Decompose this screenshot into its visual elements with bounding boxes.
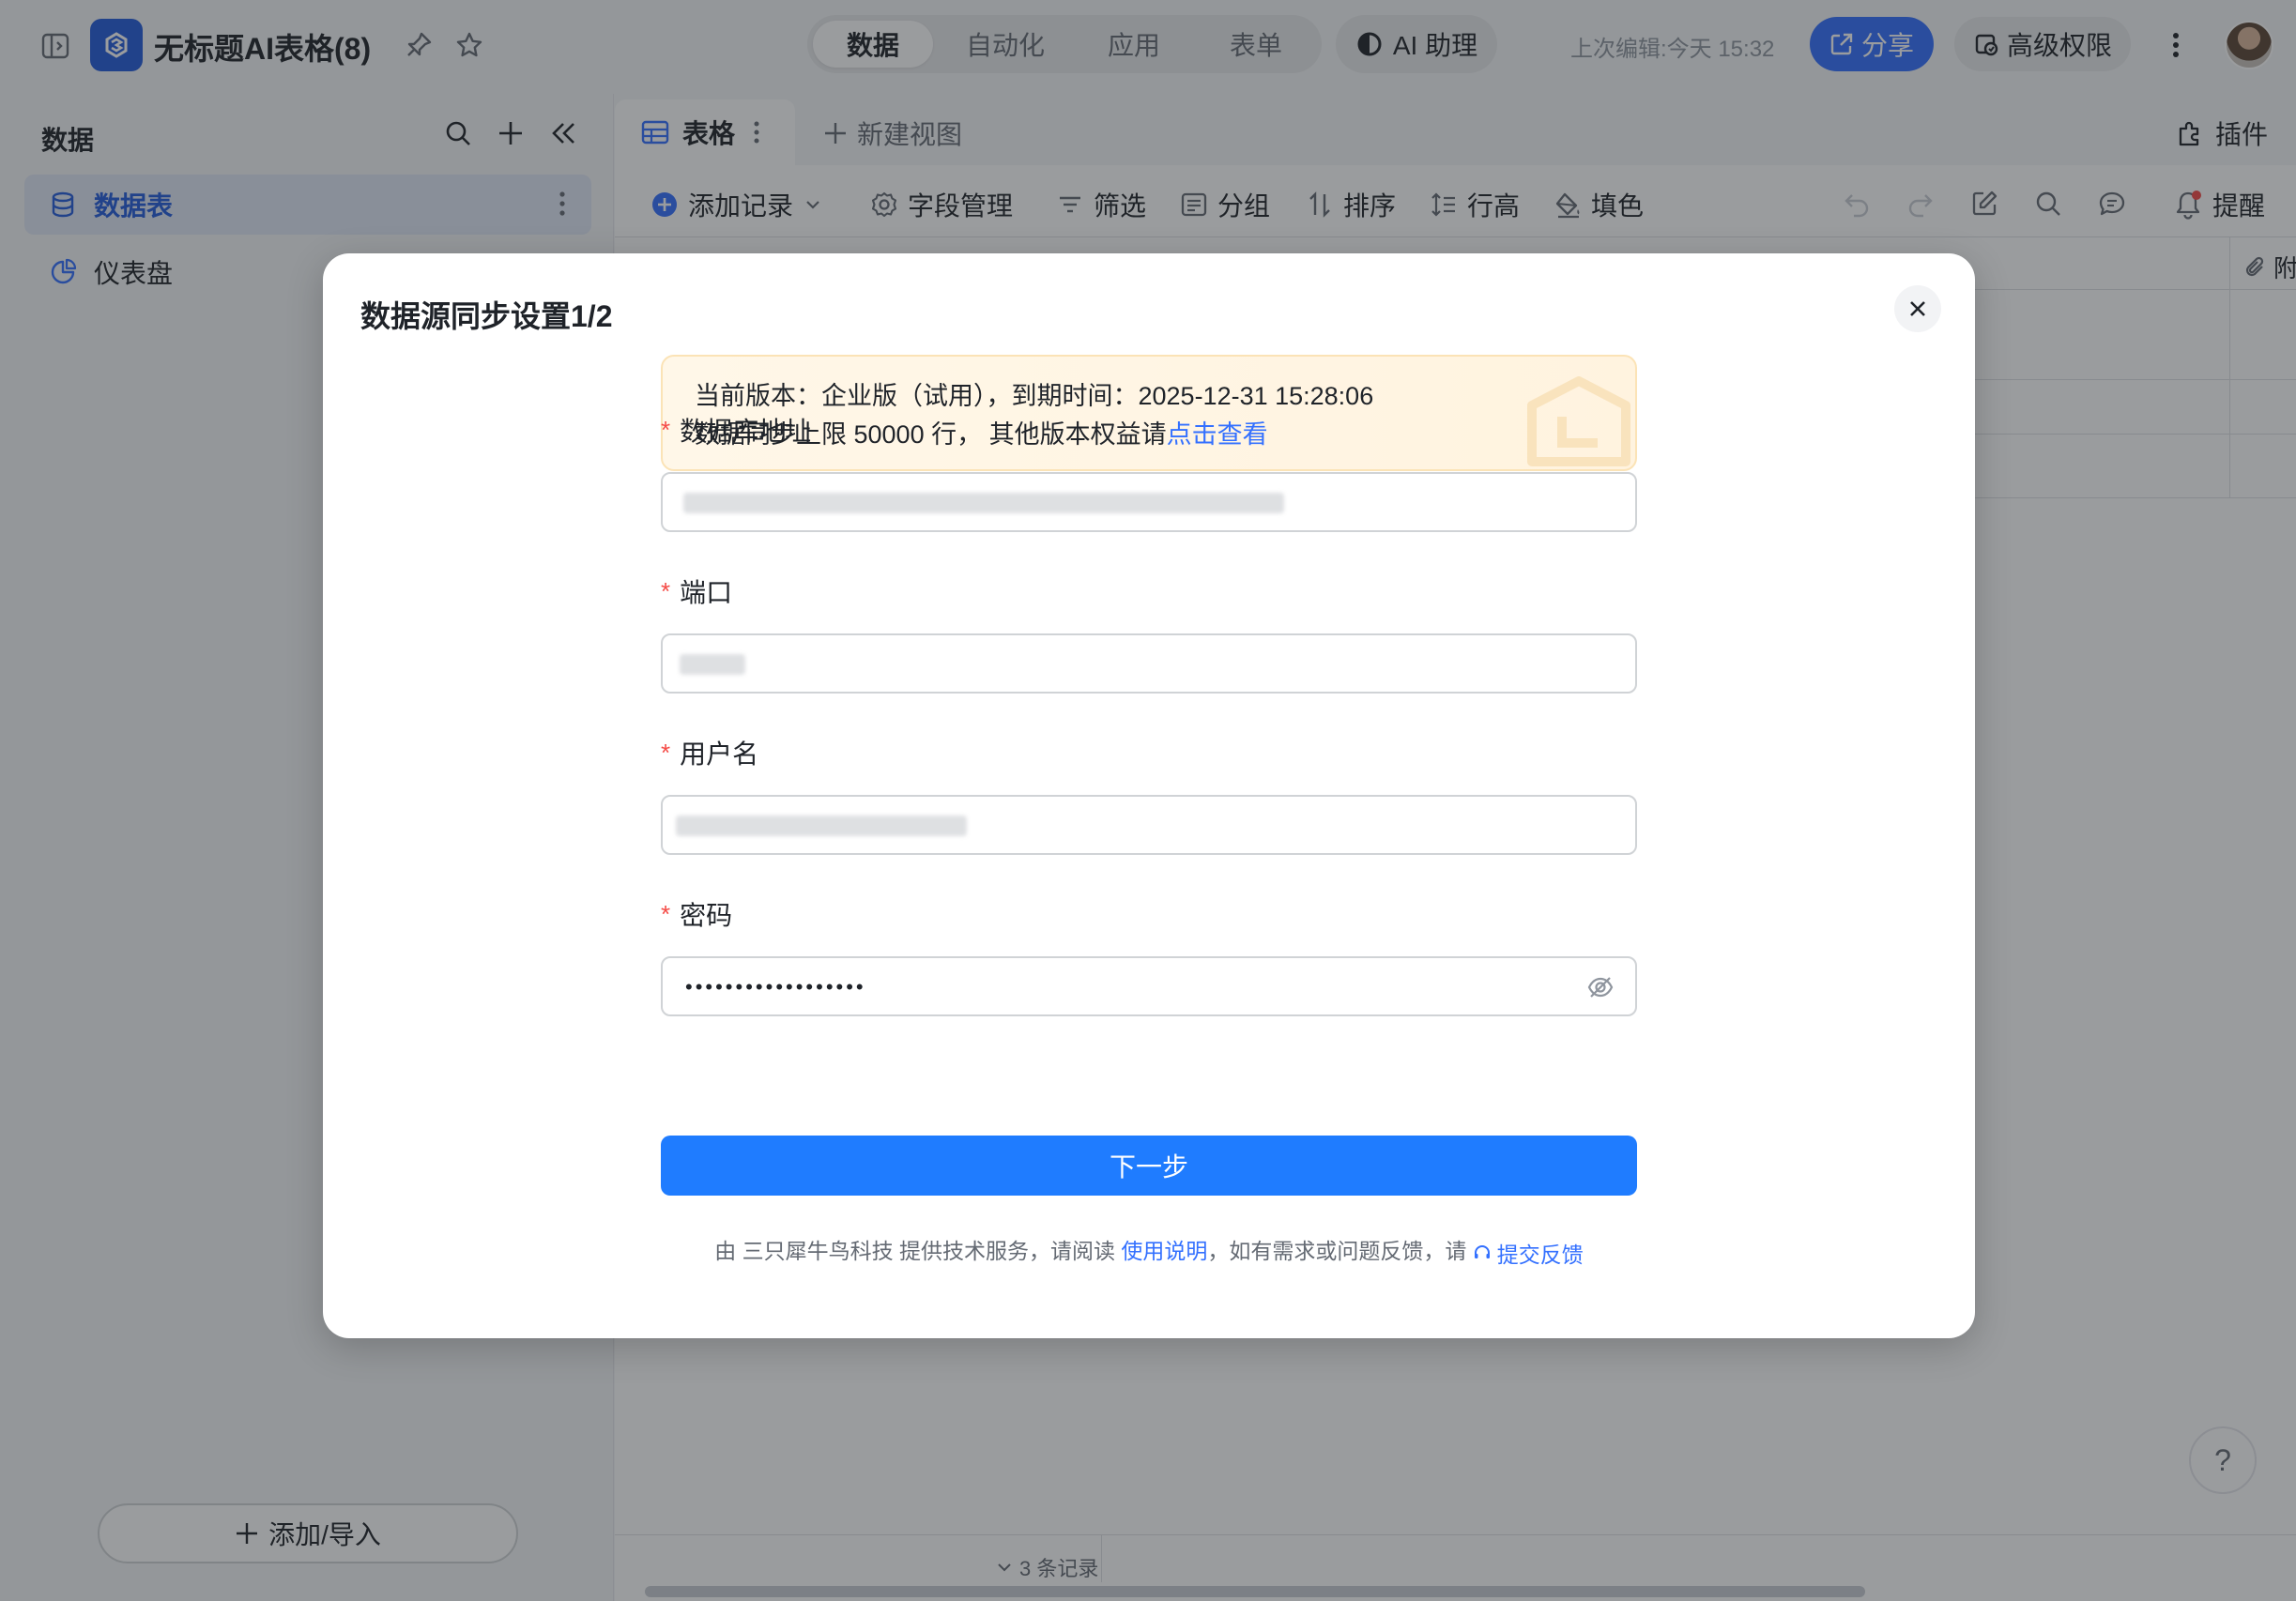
notice-line-1: 当前版本：企业版（试用），到期时间：2025-12-31 15:28:06 xyxy=(695,382,1374,410)
data-sync-settings-dialog: 数据源同步设置1/2 当前版本：企业版（试用），到期时间：2025-12-31 … xyxy=(323,253,1975,1338)
db-address-input[interactable] xyxy=(661,472,1637,532)
usage-guide-link[interactable]: 使用说明 xyxy=(1121,1239,1207,1263)
port-input[interactable] xyxy=(661,633,1637,694)
feedback-link-label: 提交反馈 xyxy=(1496,1242,1584,1267)
password-label-text: 密码 xyxy=(680,901,733,930)
port-label: * 端口 xyxy=(661,572,732,610)
db-address-label-text: 数据库地址 xyxy=(680,417,812,446)
view-details-link[interactable]: 点击查看 xyxy=(1167,420,1268,449)
footer-text-prefix: 由 三只犀牛鸟科技 提供技术服务，请阅读 xyxy=(714,1239,1122,1263)
dialog-footer-text: 由 三只犀牛鸟科技 提供技术服务，请阅读 使用说明，如有需求或问题反馈，请 提交… xyxy=(661,1233,1637,1269)
password-label: * 密码 xyxy=(661,895,732,933)
db-address-label: * 数据库地址 xyxy=(661,411,811,449)
next-step-button[interactable]: 下一步 xyxy=(661,1136,1637,1196)
feedback-link[interactable]: 提交反馈 xyxy=(1473,1237,1584,1269)
password-input[interactable]: •••••••••••••••••• xyxy=(661,956,1637,1016)
username-label: * 用户名 xyxy=(661,734,758,771)
redacted-value xyxy=(676,816,967,836)
notice-line-2: 数据同步上限 50000 行， 其他版本权益请点击查看 xyxy=(695,416,1603,454)
username-input[interactable] xyxy=(661,795,1637,855)
required-mark: * xyxy=(661,415,671,444)
headset-icon xyxy=(1473,1243,1492,1262)
redacted-value xyxy=(683,493,1284,513)
password-value: •••••••••••••••••• xyxy=(685,975,866,999)
required-mark: * xyxy=(661,899,671,928)
badge-watermark-icon xyxy=(1513,368,1635,469)
dialog-title: 数据源同步设置1/2 xyxy=(360,299,613,333)
username-label-text: 用户名 xyxy=(680,740,759,769)
close-button[interactable] xyxy=(1894,285,1941,332)
required-mark: * xyxy=(661,738,671,767)
port-label-text: 端口 xyxy=(680,578,733,607)
close-icon xyxy=(1907,298,1928,319)
redacted-value xyxy=(680,654,745,675)
footer-text-middle: ，如有需求或问题反馈，请 xyxy=(1207,1239,1473,1263)
required-mark: * xyxy=(661,576,671,605)
eye-off-icon[interactable] xyxy=(1586,973,1615,1001)
